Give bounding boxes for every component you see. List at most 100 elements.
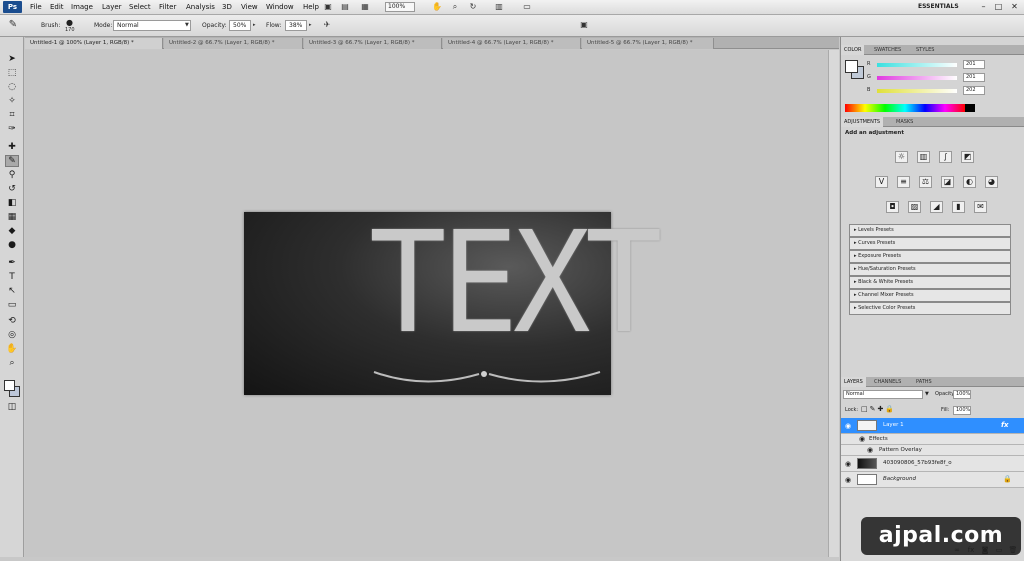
eyedropper-tool-icon[interactable]: ✑ bbox=[5, 123, 19, 135]
layer-opacity-field[interactable]: 100% bbox=[953, 390, 971, 399]
black-white-icon[interactable]: ◪ bbox=[941, 176, 954, 188]
opacity-field[interactable]: 50% bbox=[229, 20, 251, 31]
posterize-icon[interactable]: ▨ bbox=[908, 201, 921, 213]
color-spectrum-bar[interactable] bbox=[845, 104, 965, 112]
tab-color[interactable]: COLOR bbox=[841, 45, 865, 55]
chevron-right-icon[interactable]: ▸ bbox=[253, 20, 259, 31]
layer-row-background[interactable]: ◉ Background 🔒 bbox=[841, 472, 1024, 488]
layer-row-layer-1[interactable]: ◉ Layer 1 fx bbox=[841, 418, 1024, 434]
tab-adjustments[interactable]: ADJUSTMENTS bbox=[841, 117, 884, 127]
layer-effects-row[interactable]: ◉ Effects bbox=[841, 434, 1024, 445]
arrange-documents-icon[interactable]: ▥ bbox=[494, 2, 504, 12]
color-balance-icon[interactable]: ⚖ bbox=[919, 176, 932, 188]
curves-icon[interactable]: ∫ bbox=[939, 151, 952, 163]
brush-tool-preset-icon[interactable]: ✎ bbox=[8, 20, 18, 30]
bridge-icon[interactable]: ▣ bbox=[323, 2, 333, 12]
3d-orbit-tool-icon[interactable]: ◎ bbox=[5, 329, 19, 341]
blue-slider[interactable]: B 202 bbox=[865, 86, 1024, 95]
preset-channel-mixer[interactable]: ▸ Channel Mixer Presets bbox=[849, 289, 1011, 302]
quick-mask-icon[interactable]: ◫ bbox=[5, 401, 19, 413]
menu-image[interactable]: Image bbox=[71, 3, 93, 11]
hand-tool-icon[interactable]: ✋ bbox=[5, 343, 19, 355]
marquee-tool-icon[interactable]: ⬚ bbox=[5, 67, 19, 79]
rotate-view-icon[interactable]: ↻ bbox=[468, 2, 478, 12]
brightness-contrast-icon[interactable]: ☼ bbox=[895, 151, 908, 163]
tab-paths[interactable]: PATHS bbox=[913, 377, 935, 387]
vertical-scrollbar[interactable] bbox=[828, 50, 839, 557]
brush-panel-icon[interactable]: ▣ bbox=[579, 20, 589, 30]
eye-icon[interactable]: ◉ bbox=[859, 435, 865, 443]
document-canvas[interactable]: TEXT bbox=[244, 204, 663, 395]
levels-icon[interactable]: ▥ bbox=[917, 151, 930, 163]
invert-icon[interactable]: ◘ bbox=[886, 201, 899, 213]
shape-tool-icon[interactable]: ▭ bbox=[5, 299, 19, 311]
chevron-right-icon[interactable]: ▸ bbox=[309, 20, 315, 31]
minimize-icon[interactable]: – bbox=[978, 2, 989, 12]
preset-curves[interactable]: ▸ Curves Presets bbox=[849, 237, 1011, 250]
tab-channels[interactable]: CHANNELS bbox=[871, 377, 904, 387]
zoom-level-select[interactable]: 100% bbox=[385, 2, 415, 12]
color-panel-foreground-swatch[interactable] bbox=[845, 60, 858, 73]
move-tool-icon[interactable]: ➤ bbox=[5, 53, 19, 65]
preset-black-white[interactable]: ▸ Black & White Presets bbox=[849, 276, 1011, 289]
eye-icon[interactable]: ◉ bbox=[845, 460, 851, 468]
tab-untitled-4[interactable]: Untitled-4 @ 66.7% (Layer 1, RGB/8) * bbox=[443, 38, 581, 49]
menu-analysis[interactable]: Analysis bbox=[186, 3, 215, 11]
menu-edit[interactable]: Edit bbox=[50, 3, 64, 11]
vibrance-icon[interactable]: V bbox=[875, 176, 888, 188]
pen-tool-icon[interactable]: ✒ bbox=[5, 257, 19, 269]
tab-swatches[interactable]: SWATCHES bbox=[871, 45, 904, 55]
dodge-tool-icon[interactable]: ● bbox=[5, 239, 19, 251]
tab-untitled-5[interactable]: Untitled-5 @ 66.7% (Layer 1, RGB/8) * bbox=[582, 38, 714, 49]
menu-help[interactable]: Help bbox=[303, 3, 319, 11]
view-extras-icon[interactable]: ▦ bbox=[360, 2, 370, 12]
preset-selective-color[interactable]: ▸ Selective Color Presets bbox=[849, 302, 1011, 315]
green-slider[interactable]: G 201 bbox=[865, 73, 1024, 82]
3d-rotate-tool-icon[interactable]: ⟲ bbox=[5, 315, 19, 327]
tab-layers[interactable]: LAYERS bbox=[841, 377, 866, 387]
quick-selection-tool-icon[interactable]: ✧ bbox=[5, 95, 19, 107]
menu-layer[interactable]: Layer bbox=[102, 3, 122, 11]
tab-untitled-3[interactable]: Untitled-3 @ 66.7% (Layer 1, RGB/8) * bbox=[304, 38, 442, 49]
flow-field[interactable]: 38% bbox=[285, 20, 307, 31]
close-icon[interactable]: ✕ bbox=[1009, 2, 1020, 12]
airbrush-icon[interactable]: ✈ bbox=[322, 20, 332, 30]
photo-filter-icon[interactable]: ◐ bbox=[963, 176, 976, 188]
preset-levels[interactable]: ▸ Levels Presets bbox=[849, 224, 1011, 237]
history-brush-tool-icon[interactable]: ↺ bbox=[5, 183, 19, 195]
maximize-icon[interactable]: □ bbox=[993, 2, 1004, 12]
layer-effect-pattern-overlay[interactable]: ◉ Pattern Overlay bbox=[841, 445, 1024, 456]
tab-masks[interactable]: MASKS bbox=[893, 117, 916, 127]
menu-window[interactable]: Window bbox=[266, 3, 294, 11]
eye-icon[interactable]: ◉ bbox=[845, 422, 851, 430]
gradient-map-icon[interactable]: ▮ bbox=[952, 201, 965, 213]
healing-brush-tool-icon[interactable]: ✚ bbox=[5, 141, 19, 153]
crop-tool-icon[interactable]: ⌗ bbox=[5, 109, 19, 121]
blend-mode-select[interactable]: Normal bbox=[843, 390, 923, 399]
mode-select[interactable]: Normal bbox=[113, 20, 191, 31]
exposure-icon[interactable]: ◩ bbox=[961, 151, 974, 163]
brush-tool-icon[interactable]: ✎ bbox=[5, 155, 19, 167]
clone-stamp-tool-icon[interactable]: ⚲ bbox=[5, 169, 19, 181]
fill-field[interactable]: 100% bbox=[953, 406, 971, 415]
eraser-tool-icon[interactable]: ◧ bbox=[5, 197, 19, 209]
brush-tip-icon[interactable]: ● bbox=[66, 18, 73, 27]
lock-icons[interactable]: □✎✚🔒 bbox=[861, 405, 896, 413]
tab-untitled-2[interactable]: Untitled-2 @ 66.7% (Layer 1, RGB/8) * bbox=[164, 38, 303, 49]
foreground-color-swatch[interactable] bbox=[4, 380, 15, 391]
hue-saturation-icon[interactable]: ≡ bbox=[897, 176, 910, 188]
layer-row-texture[interactable]: ◉ 403090806_57b93fe8f_o bbox=[841, 456, 1024, 472]
threshold-icon[interactable]: ◢ bbox=[930, 201, 943, 213]
channel-mixer-icon[interactable]: ◕ bbox=[985, 176, 998, 188]
menu-view[interactable]: View bbox=[241, 3, 258, 11]
mini-bridge-icon[interactable]: ▤ bbox=[340, 2, 350, 12]
eye-icon[interactable]: ◉ bbox=[867, 446, 873, 454]
workspace-switcher[interactable]: ESSENTIALS bbox=[918, 3, 959, 10]
gradient-tool-icon[interactable]: ▦ bbox=[5, 211, 19, 223]
tab-styles[interactable]: STYLES bbox=[913, 45, 937, 55]
menu-select[interactable]: Select bbox=[129, 3, 151, 11]
zoom-tool-icon[interactable]: ⌕ bbox=[5, 357, 19, 369]
preset-exposure[interactable]: ▸ Exposure Presets bbox=[849, 250, 1011, 263]
black-swatch[interactable] bbox=[965, 104, 975, 112]
menu-file[interactable]: File bbox=[30, 3, 42, 11]
